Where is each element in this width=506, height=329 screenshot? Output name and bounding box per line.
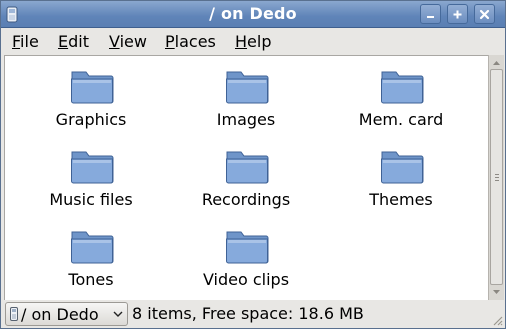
menu-view[interactable]: View [109, 32, 147, 51]
status-text: 8 items, Free space: 18.6 MB [132, 304, 364, 323]
file-item-graphics[interactable]: Graphics [16, 68, 166, 146]
scrollbar-thumb[interactable] [490, 69, 503, 285]
menu-places[interactable]: Places [165, 32, 216, 51]
folder-icon [226, 151, 269, 184]
scroll-down-arrow-icon[interactable] [489, 285, 504, 299]
file-item-mem-card[interactable]: Mem. card [326, 68, 476, 146]
folder-icon [71, 71, 114, 104]
folder-icon [71, 231, 114, 264]
file-item-label: Video clips [202, 270, 290, 289]
file-item-tones[interactable]: Tones [16, 228, 166, 306]
status-bar: / on Dedo 8 items, Free space: 18.6 MB [1, 300, 505, 328]
folder-icon [71, 151, 114, 184]
file-item-label: Mem. card [358, 110, 444, 129]
menu-bar: File Edit View Places Help [1, 28, 505, 55]
file-item-themes[interactable]: Themes [326, 148, 476, 226]
close-icon [479, 9, 490, 20]
folder-icon [226, 71, 269, 104]
file-item-images[interactable]: Images [171, 68, 321, 146]
scrollbar-grip [495, 174, 499, 182]
menu-edit[interactable]: Edit [58, 32, 89, 51]
phone-icon [10, 307, 18, 321]
file-item-label: Music files [49, 190, 133, 209]
file-item-recordings[interactable]: Recordings [171, 148, 321, 226]
file-item-label: Images [216, 110, 276, 129]
file-item-video-clips[interactable]: Video clips [171, 228, 321, 306]
minimize-button[interactable] [420, 4, 441, 24]
menu-help[interactable]: Help [235, 32, 271, 51]
file-item-label: Recordings [201, 190, 291, 209]
resize-grip-icon[interactable] [491, 314, 503, 326]
file-item-label: Themes [369, 190, 433, 209]
minimize-icon [427, 16, 434, 18]
menu-file[interactable]: File [12, 32, 39, 51]
vertical-scrollbar[interactable] [488, 55, 504, 300]
scroll-up-arrow-icon[interactable] [489, 56, 504, 70]
folder-icon [381, 71, 424, 104]
maximize-button[interactable] [447, 4, 468, 24]
file-item-music-files[interactable]: Music files [16, 148, 166, 226]
folder-icon [226, 231, 269, 264]
location-label: / on Dedo [21, 305, 99, 324]
file-item-label: Graphics [55, 110, 127, 129]
file-item-label: Tones [68, 270, 114, 289]
close-button[interactable] [474, 4, 495, 24]
folder-icon [381, 151, 424, 184]
icon-view[interactable]: Graphics Images Mem. card Music files Re… [4, 55, 488, 300]
title-bar[interactable]: / on Dedo [1, 1, 505, 28]
chevron-down-icon [113, 311, 123, 317]
maximize-icon [453, 10, 462, 19]
location-dropdown[interactable]: / on Dedo [5, 302, 128, 326]
file-manager-window: / on Dedo File Edit View Places Help Gra… [0, 0, 506, 329]
